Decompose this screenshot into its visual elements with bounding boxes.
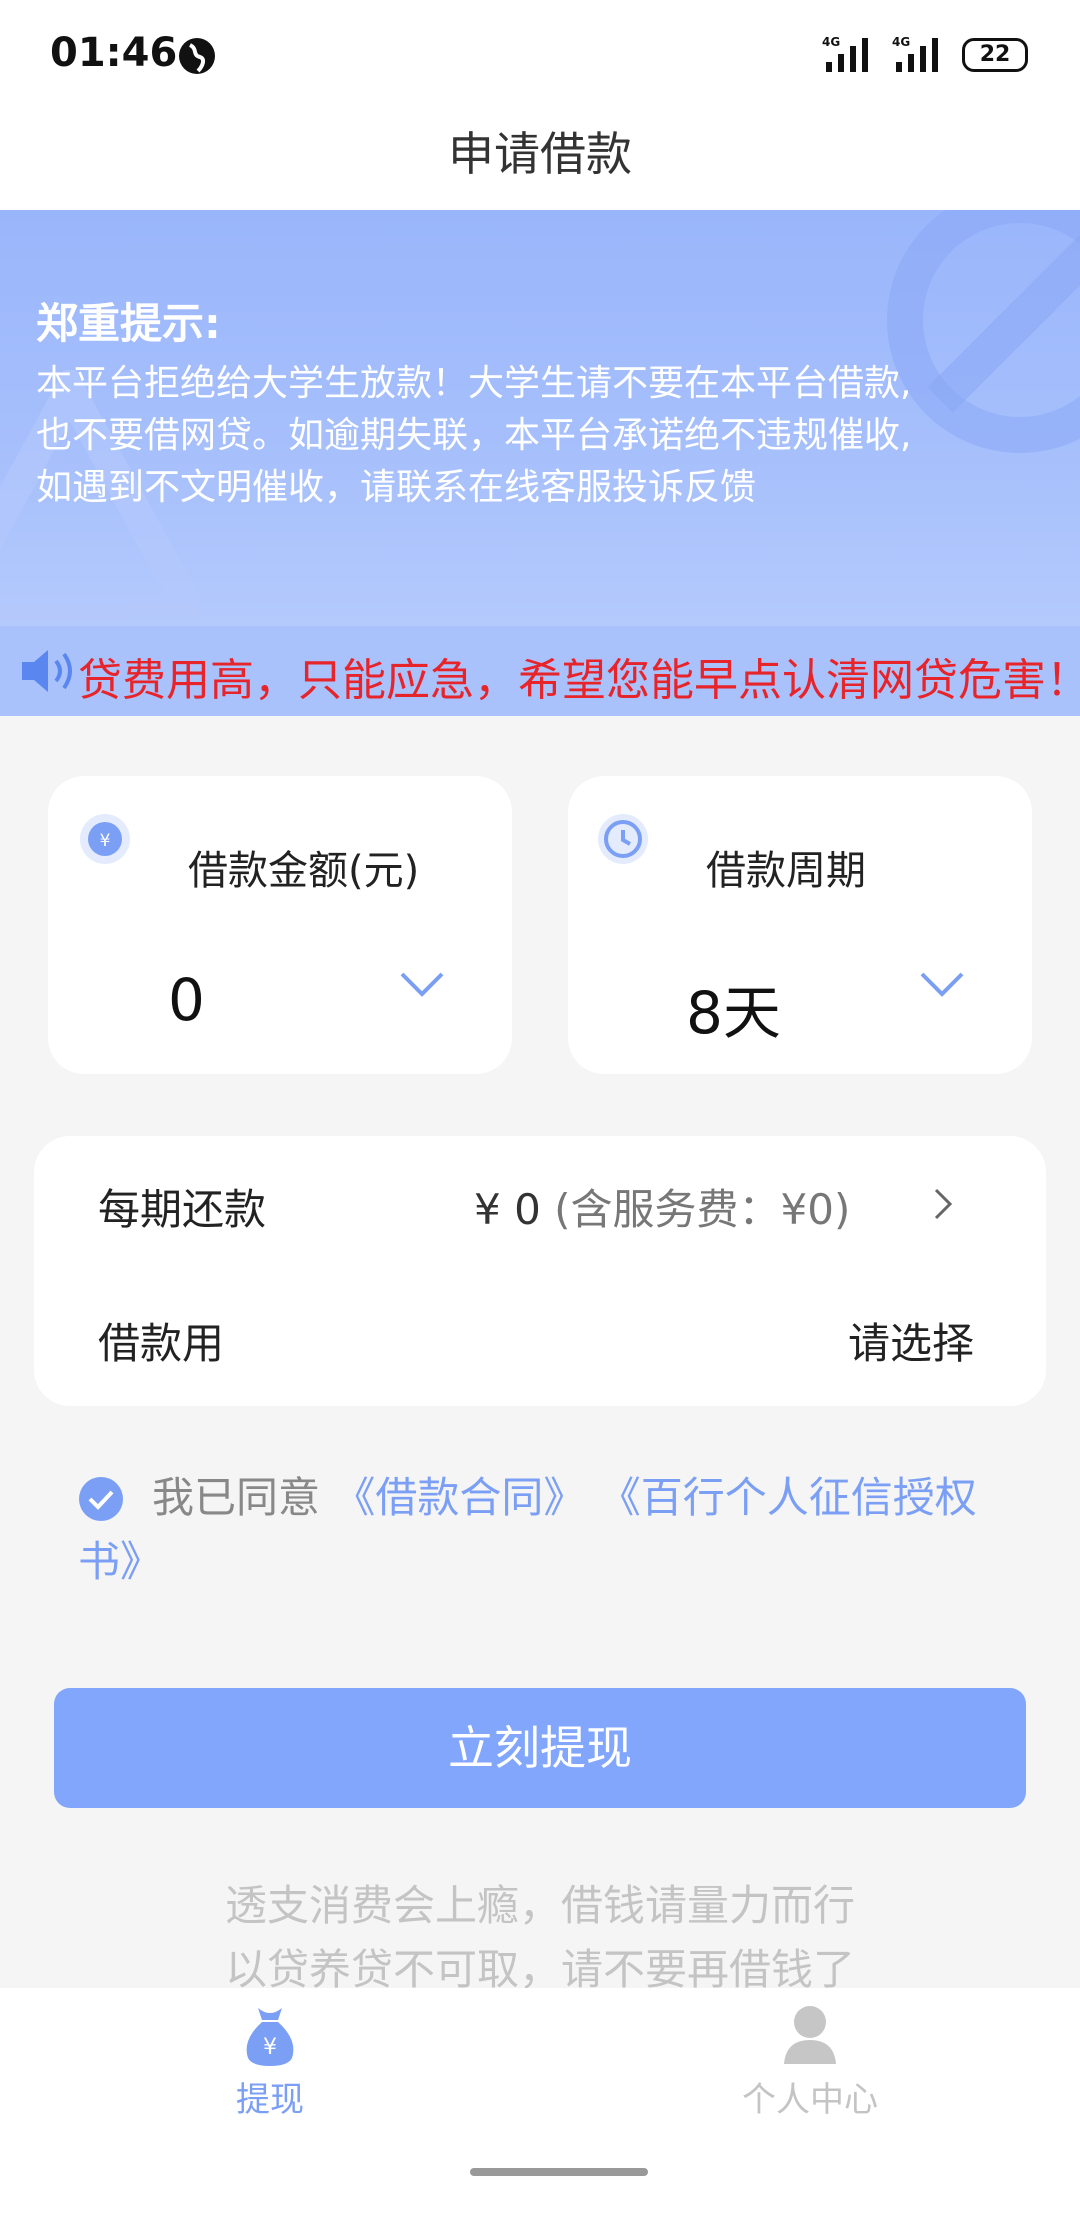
repayment-label: 每期还款 — [98, 1185, 267, 1234]
withdraw-button[interactable]: 立刻提现 — [54, 1688, 1026, 1808]
repayment-fee: (含服务费：¥0) — [540, 1185, 851, 1234]
tab-profile-label: 个人中心 — [742, 2080, 878, 2120]
loan-info-card: 每期还款 ¥ 0 (含服务费：¥0) 借款用 请选择 — [34, 1136, 1046, 1406]
svg-text:¥: ¥ — [263, 2035, 277, 2060]
agreement-text: 我已同意 《借款合同》 《百行个人征信授权书》 — [78, 1466, 1038, 1594]
home-indicator[interactable] — [470, 2168, 648, 2176]
tab-withdraw[interactable]: ¥ 提现 — [170, 2000, 370, 2130]
svg-text:¥: ¥ — [100, 831, 111, 851]
tab-withdraw-label: 提现 — [236, 2080, 304, 2120]
warning-body: 本平台拒绝给大学生放款！大学生请不要在本平台借款, 也不要借网贷。如逾期失联，本… — [36, 358, 1046, 514]
warning-line: 如遇到不文明催收，请联系在线客服投诉反馈 — [36, 467, 757, 508]
battery-icon: 22 — [962, 38, 1028, 72]
loan-amount-value: 0 — [168, 966, 205, 1034]
chevron-right-icon[interactable] — [932, 1184, 956, 1224]
chevron-down-icon[interactable] — [398, 970, 446, 1000]
agreement-prefix: 我已同意 — [152, 1473, 334, 1522]
chevron-down-icon[interactable] — [918, 970, 966, 1000]
clock-icon — [598, 814, 648, 864]
loan-period-card[interactable]: 借款周期 8天 — [568, 776, 1032, 1074]
network-label-2: 4G — [892, 35, 910, 49]
signal-icon: 4G — [822, 35, 868, 72]
user-icon — [784, 2006, 836, 2064]
warning-title: 郑重提示: — [36, 299, 221, 348]
loan-contract-link[interactable]: 《借款合同》 — [333, 1473, 585, 1522]
battery-level: 22 — [979, 42, 1011, 67]
speaker-icon — [22, 650, 72, 692]
warning-line: 也不要借网贷。如逾期失联，本平台承诺绝不违规催收, — [36, 415, 912, 456]
tab-bar — [0, 1988, 1080, 2220]
loan-amount-label: 借款金额(元) — [188, 848, 420, 894]
loan-purpose-label: 借款用 — [98, 1319, 225, 1368]
loan-purpose-select[interactable]: 请选择 — [848, 1310, 974, 1371]
loan-amount-card[interactable]: ¥ 借款金额(元) 0 — [48, 776, 512, 1074]
repayment-value[interactable]: ¥ 0 (含服务费：¥0) — [474, 1176, 850, 1237]
loan-period-label: 借款周期 — [706, 848, 866, 894]
signal-icon-2: 4G — [892, 35, 938, 72]
notice-marquee: 贷费用高，只能应急，希望您能早点认清网贷危害！ — [0, 626, 1080, 716]
yen-coin-icon: ¥ — [80, 814, 130, 864]
repayment-amount: ¥ 0 — [474, 1185, 541, 1234]
warning-banner: 郑重提示: 本平台拒绝给大学生放款！大学生请不要在本平台借款, 也不要借网贷。如… — [0, 210, 1080, 626]
tab-profile[interactable]: 个人中心 — [710, 2000, 910, 2130]
network-label-1: 4G — [822, 35, 840, 49]
page-title: 申请借款 — [448, 127, 632, 181]
globe-icon — [179, 38, 215, 74]
marquee-text: 贷费用高，只能应急，希望您能早点认清网贷危害！ — [78, 655, 1080, 706]
loan-period-value: 8天 — [686, 979, 781, 1047]
tip-text: 透支消费会上瘾，借钱请量力而行 — [224, 1881, 855, 1930]
money-bag-icon: ¥ — [246, 2008, 294, 2066]
status-time: 01:46 — [50, 30, 178, 76]
warning-line: 本平台拒绝给大学生放款！大学生请不要在本平台借款, — [36, 363, 912, 404]
